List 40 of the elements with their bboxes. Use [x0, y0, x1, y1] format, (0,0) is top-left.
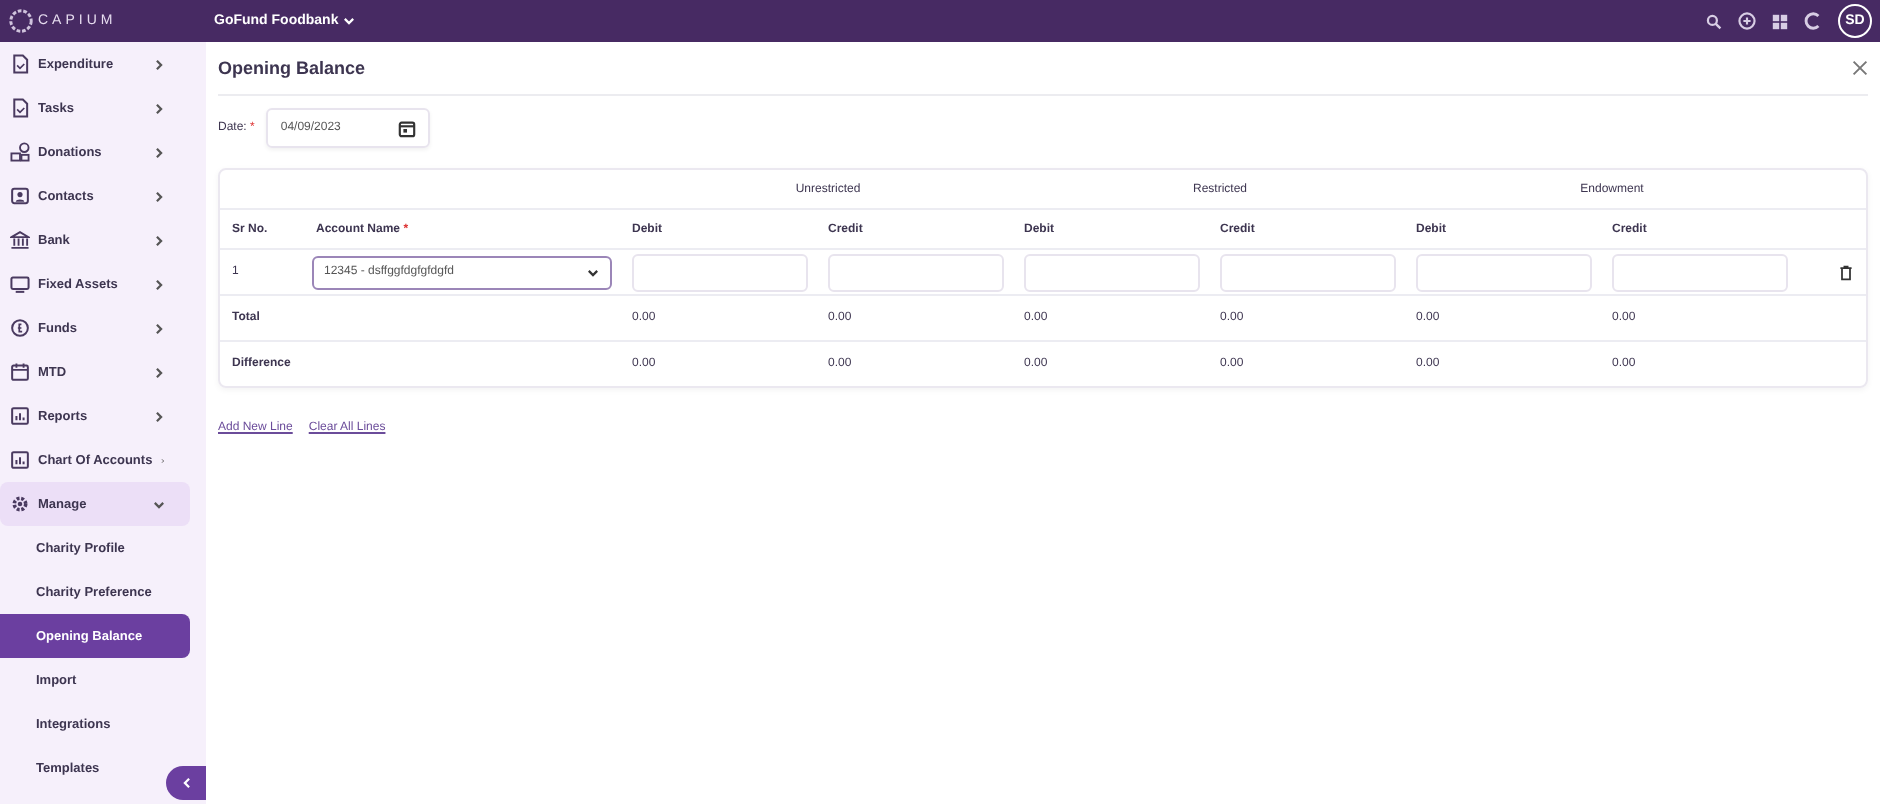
- amount-input[interactable]: [1612, 253, 1788, 291]
- bank-icon: [10, 230, 30, 250]
- coin-icon: [10, 318, 30, 338]
- collapse-sidebar-button[interactable]: [166, 766, 206, 800]
- chevron-icon: [152, 409, 166, 423]
- calendar-icon: [10, 362, 30, 382]
- chart-icon: [10, 450, 30, 470]
- amount-input[interactable]: [632, 253, 808, 291]
- apps-grid-icon[interactable]: [1772, 13, 1788, 29]
- chart-icon: [10, 406, 30, 426]
- chevron-icon: [342, 14, 357, 28]
- delete-icon[interactable]: [1838, 263, 1854, 281]
- amount-input[interactable]: [828, 253, 1004, 291]
- chevron-icon: [586, 265, 600, 279]
- chevron-icon: [152, 321, 166, 335]
- c-logo-icon[interactable]: [1804, 12, 1822, 30]
- logo-icon: [8, 8, 34, 34]
- gear-icon: [10, 494, 30, 514]
- amount-input[interactable]: [1416, 253, 1592, 291]
- search-icon[interactable]: [1706, 13, 1722, 29]
- chevron-icon: [152, 277, 166, 291]
- amount-input[interactable]: [1024, 253, 1200, 291]
- add-icon[interactable]: [1738, 12, 1756, 30]
- page-title: Opening Balance: [218, 58, 366, 78]
- amount-input[interactable]: [1220, 253, 1396, 291]
- contact-card-icon: [10, 186, 30, 206]
- chevron-icon: [152, 57, 166, 71]
- chevron-icon: [179, 776, 193, 790]
- chevron-icon: [152, 145, 166, 159]
- document-icon: [10, 98, 30, 118]
- close-icon[interactable]: [1852, 60, 1868, 76]
- document-icon: [10, 54, 30, 74]
- chevron-icon: [152, 189, 166, 203]
- coins-icon: [10, 142, 30, 162]
- chevron-icon: [152, 365, 166, 379]
- chevron-icon: [152, 233, 166, 247]
- calendar-icon[interactable]: [398, 119, 417, 137]
- monitor-icon: [10, 274, 30, 294]
- chevron-icon: [152, 101, 166, 115]
- chevron-icon: [152, 497, 166, 511]
